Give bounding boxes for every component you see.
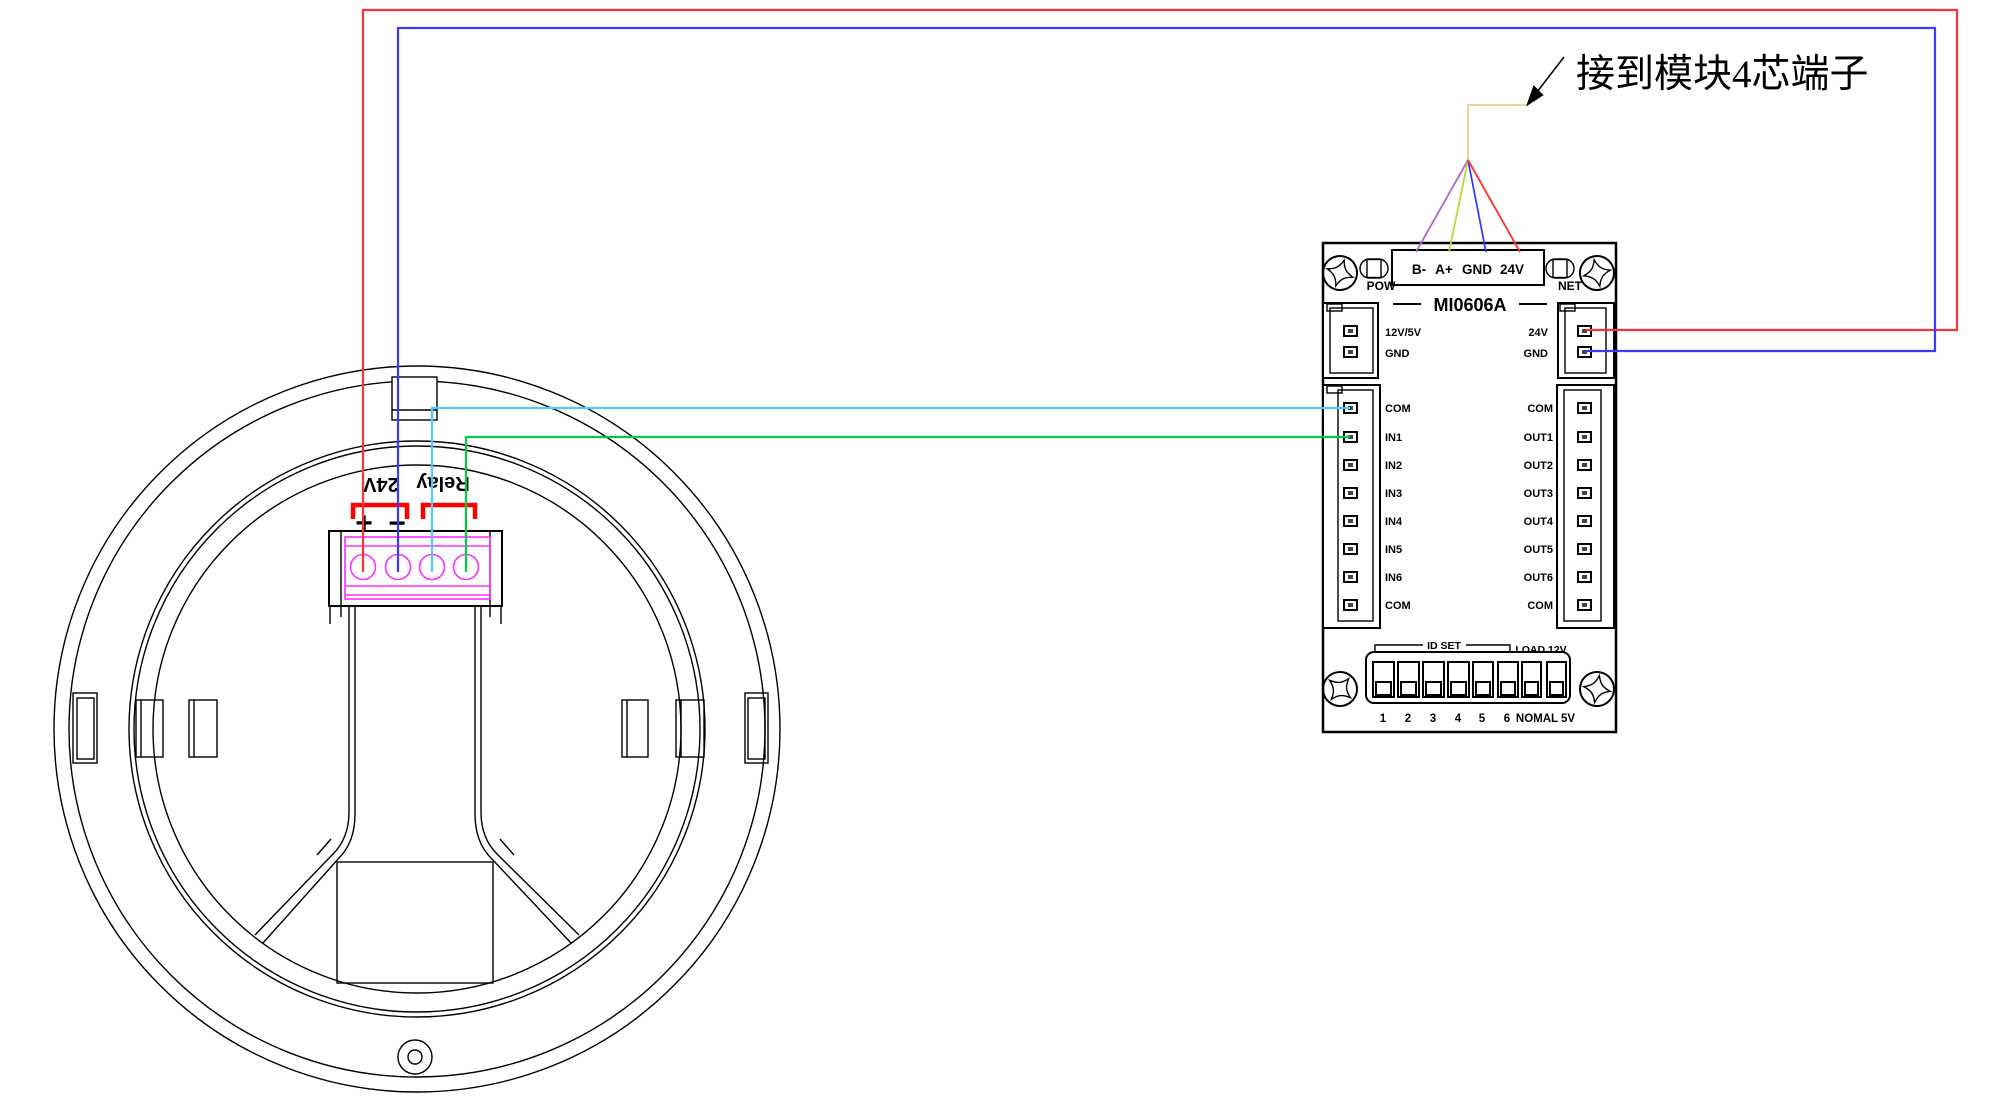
bracket-relay (423, 505, 475, 519)
four-core-cable (1416, 105, 1527, 252)
load-12v-label: LOAD 12V (1515, 644, 1566, 656)
label-out2: OUT2 (1524, 460, 1553, 472)
center-channel (255, 606, 579, 943)
label-com-3: COM (1527, 403, 1553, 415)
power-connector-left (1323, 303, 1378, 378)
callout: 接到模块4芯端子 (1528, 53, 1869, 104)
callout-leader (1537, 57, 1564, 92)
label-out4: OUT4 (1524, 516, 1554, 528)
label-gnd-right: GND (1524, 348, 1549, 360)
dip-num-6: 6 (1504, 713, 1510, 725)
power-connector-right (1558, 303, 1614, 378)
io-module: B- A+ GND 24V POW NET MI0606A (1316, 243, 1617, 732)
label-out3: OUT3 (1524, 488, 1553, 500)
terminal-label-24v: 24V (1500, 262, 1524, 277)
mounting-hole (398, 1040, 432, 1074)
label-out1: OUT1 (1524, 432, 1553, 444)
device-terminal-block (329, 531, 502, 606)
core-b-purple (1416, 160, 1468, 252)
label-in5: IN5 (1385, 544, 1402, 556)
dip-num-nomal: NOMAL (1516, 713, 1558, 725)
dip-num-4: 4 (1455, 713, 1462, 725)
terminal-label-a: A+ (1435, 262, 1453, 277)
id-set-label: ID SET (1427, 640, 1461, 652)
io-connector-left (1323, 385, 1380, 628)
device-annotations: 24V Relay + − (353, 472, 475, 540)
label-in6: IN6 (1385, 572, 1402, 584)
core-a-chartreuse (1449, 160, 1468, 252)
label-in4: IN4 (1385, 516, 1403, 528)
dip-num-1: 1 (1380, 713, 1387, 725)
detector-base: 24V Relay + − (54, 366, 780, 1092)
wire-in1-green (466, 437, 1350, 572)
label-out5: OUT5 (1524, 544, 1553, 556)
slot-left-outer-bevel (77, 698, 94, 759)
dip-num-5: 5 (1479, 713, 1486, 725)
io-connector-right (1557, 385, 1614, 628)
dip-num-5v: 5V (1561, 713, 1575, 725)
core-24v-red (1468, 160, 1520, 252)
label-com-2: COM (1385, 600, 1411, 612)
wiring-diagram: 24V Relay + − B- A+ GND 24V (0, 0, 2000, 1100)
label-24v: 24V (363, 473, 399, 495)
dip-num-3: 3 (1430, 713, 1436, 725)
slot-left-mid (136, 700, 163, 757)
label-in3: IN3 (1385, 488, 1402, 500)
label-gnd-left: GND (1385, 348, 1410, 360)
center-rectangle (337, 862, 493, 983)
label-12v5v: 12V/5V (1385, 327, 1422, 339)
label-com-4: COM (1527, 600, 1553, 612)
slot-left-inner (189, 700, 217, 757)
side-slots (73, 693, 768, 763)
net-label: NET (1558, 279, 1583, 293)
label-com-1: COM (1385, 403, 1411, 415)
callout-text: 接到模块4芯端子 (1576, 53, 1869, 96)
slot-right-inner (622, 700, 648, 757)
label-24v-right: 24V (1528, 327, 1548, 339)
wire-gnd-blue (398, 28, 1935, 572)
label-in1: IN1 (1385, 432, 1402, 444)
pow-label: POW (1367, 279, 1396, 293)
callout-arrowhead (1528, 87, 1542, 104)
cable-sheath-tan (1468, 105, 1527, 160)
terminal-label-gnd: GND (1462, 262, 1492, 277)
inner-ring-outer (129, 441, 705, 1017)
core-gnd-blue (1468, 160, 1486, 252)
terminal-label-b: B- (1412, 262, 1426, 277)
slot-right-outer-bevel (748, 698, 765, 759)
label-in2: IN2 (1385, 460, 1402, 472)
label-relay: Relay (415, 472, 469, 494)
label-out6: OUT6 (1524, 572, 1553, 584)
dip-num-2: 2 (1405, 713, 1411, 725)
module-title: MI0606A (1433, 295, 1506, 315)
